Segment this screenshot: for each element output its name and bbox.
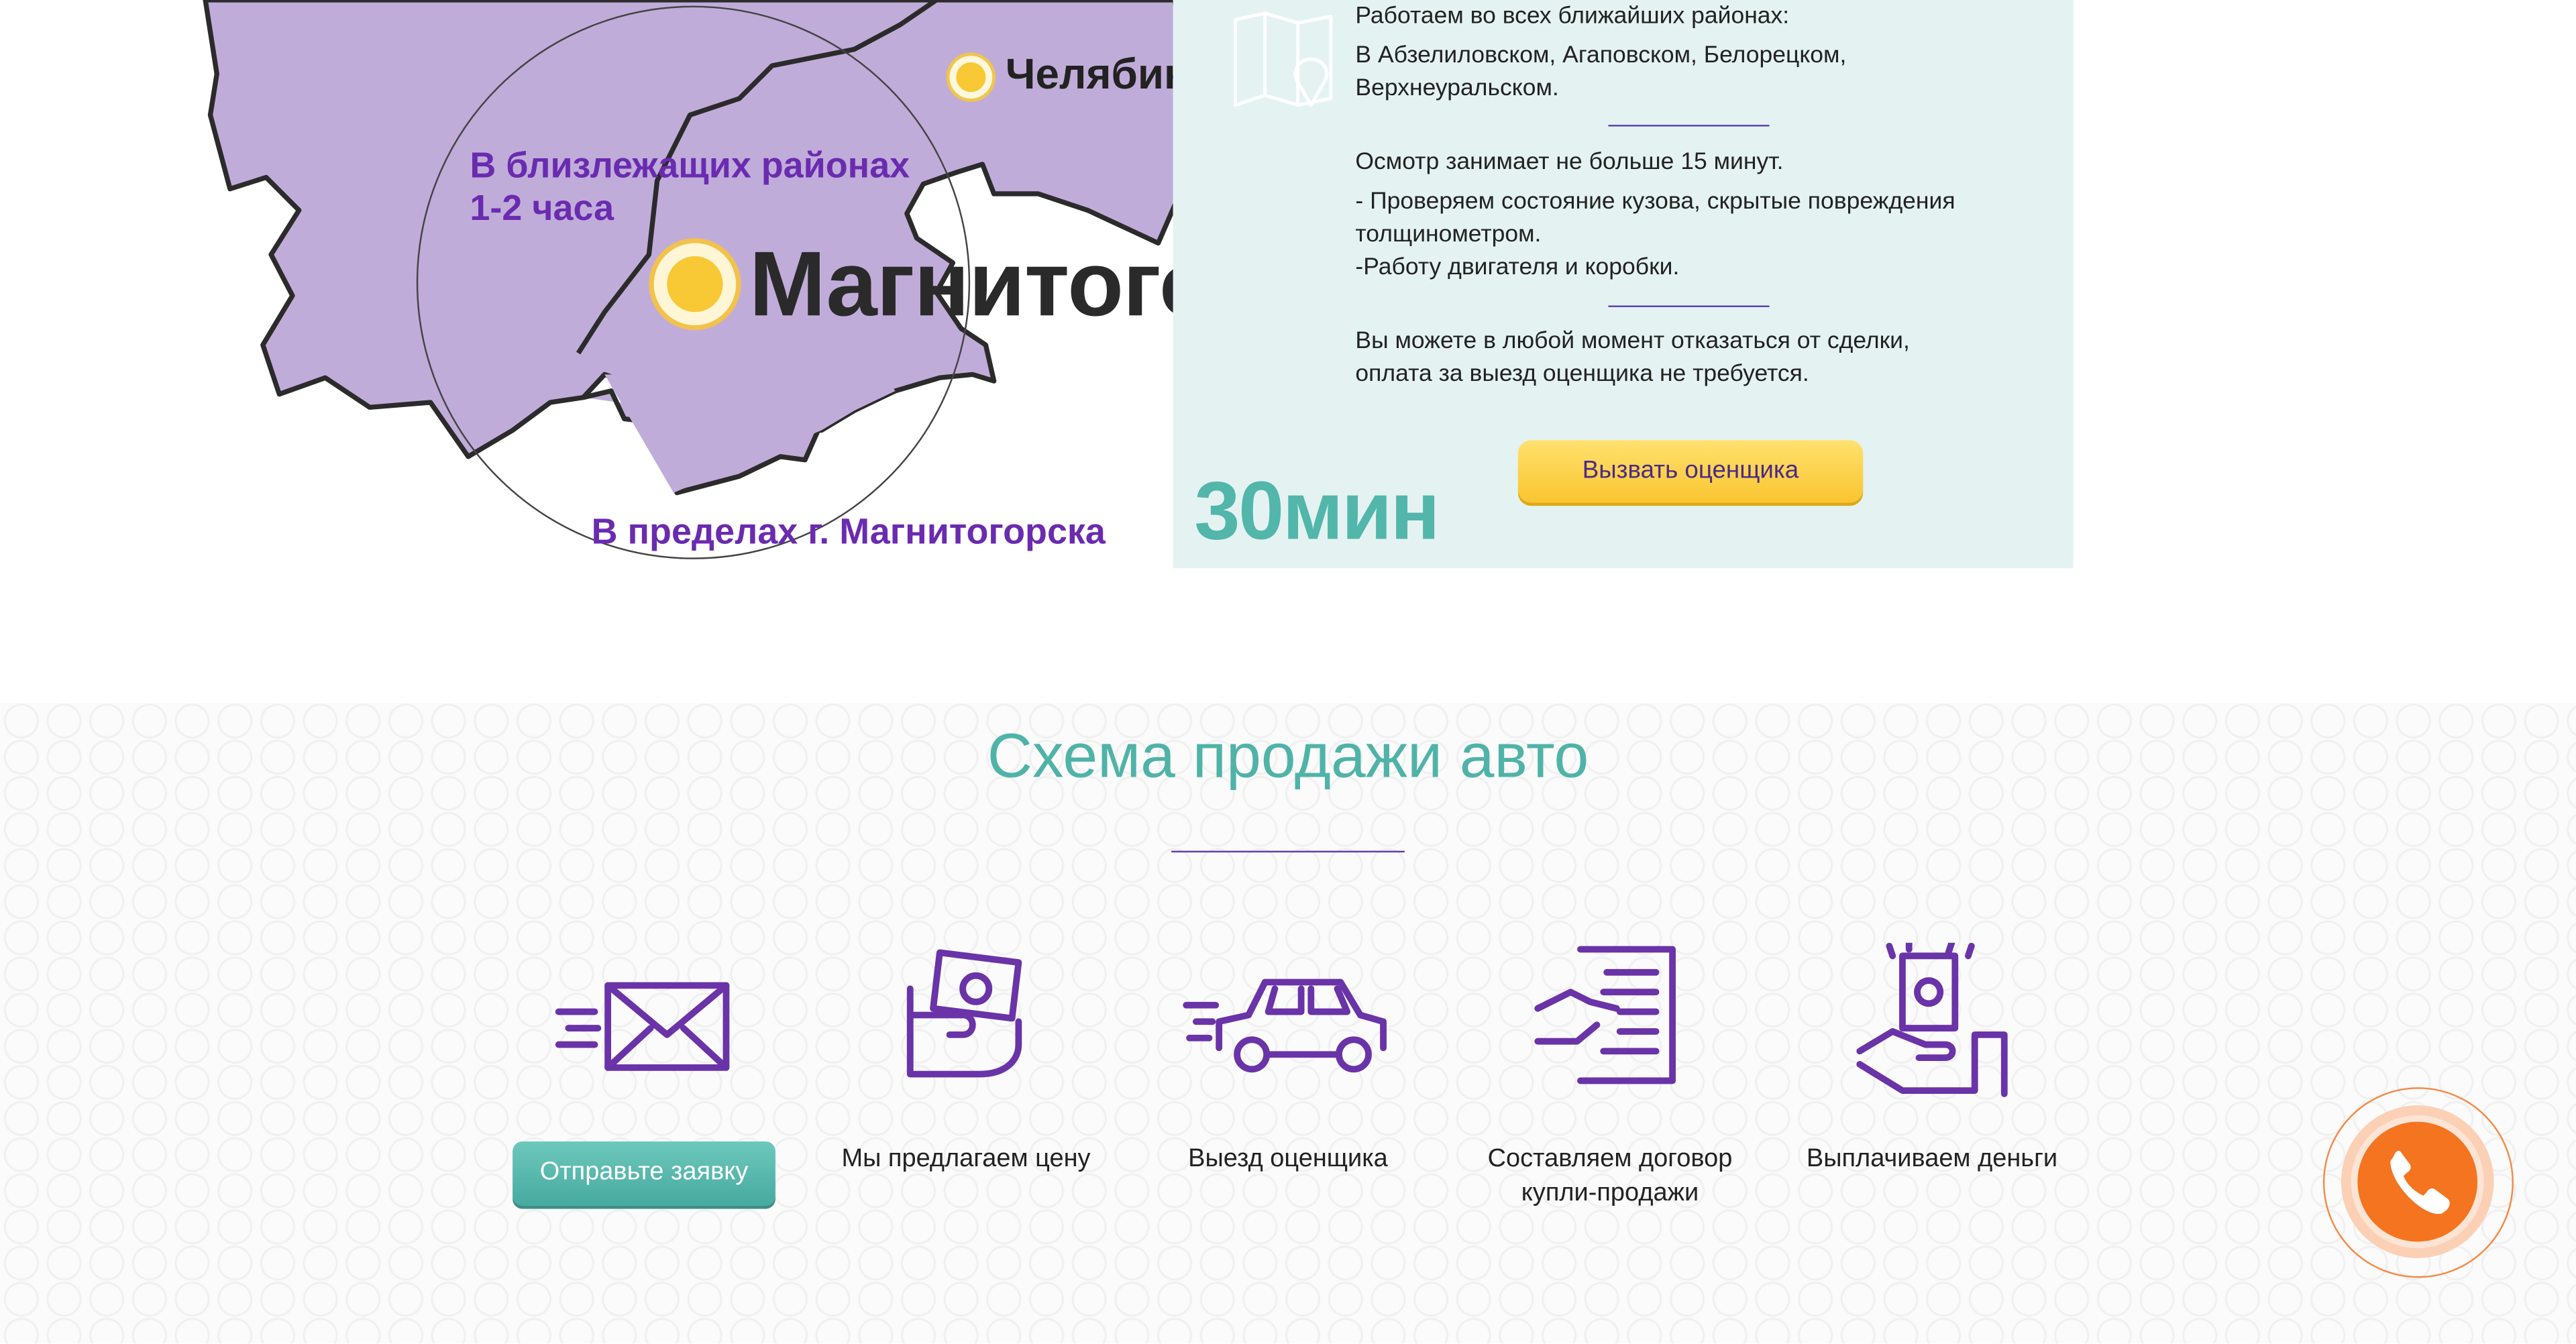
info-panel: Работаем во всех ближайших районах: В Аб… <box>1173 0 2074 569</box>
call-fab-button[interactable] <box>2322 1087 2514 1278</box>
map-icon <box>1234 11 1333 107</box>
send-request-button[interactable]: Отправьте заявку <box>513 1141 775 1206</box>
car-icon <box>1183 978 1387 1073</box>
contract-icon <box>1534 946 1676 1084</box>
check-engine: -Работу двигателя и коробки. <box>1355 254 1680 281</box>
districts-title: Работаем во всех ближайших районах: <box>1355 3 1790 30</box>
refuse-line2: оплата за выезд оценщика не требуется. <box>1355 361 1809 388</box>
divider <box>1608 305 1770 307</box>
envelope-icon <box>555 982 730 1071</box>
city-limits-label: В пределах г. Магнитогорска <box>591 510 1106 552</box>
districts-list-line1: В Абзелиловском, Агаповском, Белорецком, <box>1355 42 1847 69</box>
call-fab-core <box>2351 1115 2484 1249</box>
step-label-price: Мы предлагаем цену <box>841 1144 1091 1173</box>
section-title: Схема продажи авто <box>987 722 1589 792</box>
step-label-payout: Выплачиваем деньги <box>1806 1144 2058 1173</box>
call-appraiser-button[interactable]: Вызвать оценщика <box>1517 440 1864 503</box>
title-underline <box>1171 850 1405 853</box>
refuse-line1: Вы можете в любой момент отказаться от с… <box>1355 328 1910 355</box>
step-label-contract-line2: купли-продажи <box>1521 1179 1699 1208</box>
time-badge: 30мин <box>1194 465 1440 557</box>
sale-scheme-section: Схема продажи авто Отправьте заявку Мы п… <box>0 703 2576 1344</box>
money-hand-icon <box>906 949 1022 1078</box>
step-label-appraiser: Выезд оценщика <box>1188 1144 1388 1173</box>
chelyabinsk-pin-icon <box>949 56 993 99</box>
check-body-line2: толщинометром. <box>1355 221 1542 248</box>
nearby-districts-label: В близлежащих районах <box>470 144 910 186</box>
step-label-contract-line1: Составляем договор <box>1487 1144 1733 1173</box>
page: Челябинск В близлежащих районах 1-2 часа… <box>0 0 2576 1344</box>
magnitogorsk-pin-icon <box>653 243 737 325</box>
districts-list-line2: Верхнеуральском. <box>1355 75 1559 102</box>
payout-icon <box>1856 942 2008 1097</box>
divider <box>1608 125 1770 127</box>
phone-icon <box>2390 1150 2450 1215</box>
check-body-line1: - Проверяем состояние кузова, скрытые по… <box>1355 188 1955 215</box>
inspection-time: Осмотр занимает не больше 15 минут. <box>1355 149 1784 176</box>
nearby-districts-time: 1-2 часа <box>470 187 614 229</box>
